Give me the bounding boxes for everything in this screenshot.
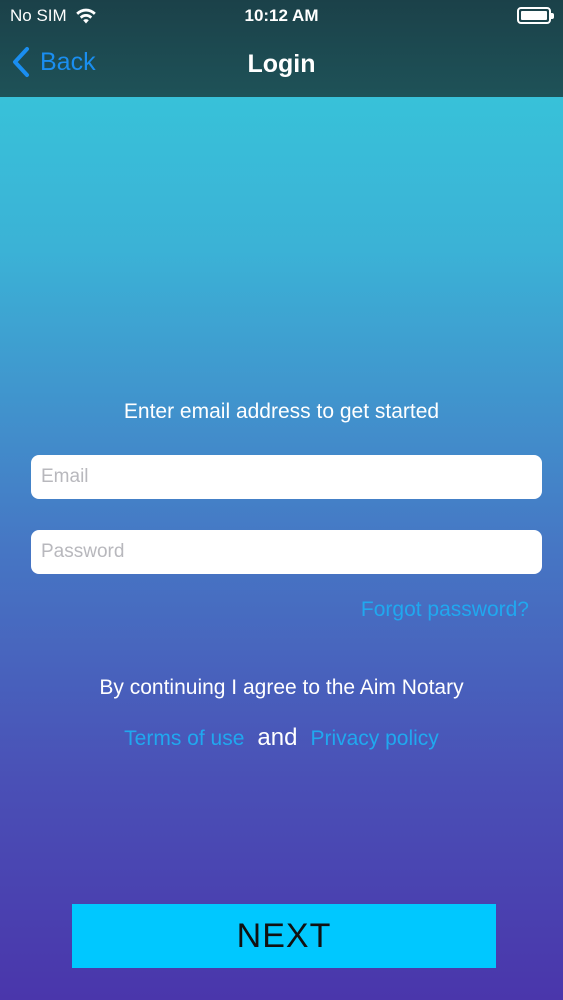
- privacy-policy-link[interactable]: Privacy policy: [310, 727, 438, 751]
- password-field[interactable]: [31, 530, 542, 574]
- status-bar: No SIM 10:12 AM: [0, 0, 563, 32]
- next-button[interactable]: NEXT: [72, 904, 496, 968]
- forgot-password-link[interactable]: Forgot password?: [361, 598, 529, 622]
- battery-icon: [517, 7, 554, 24]
- battery-nub: [551, 13, 554, 19]
- and-text: and: [257, 724, 298, 751]
- email-prompt: Enter email address to get started: [123, 400, 440, 423]
- legal-links: Terms of use and Privacy policy: [0, 724, 563, 752]
- email-field[interactable]: [31, 455, 542, 499]
- navigation-bar: Back Login: [0, 32, 563, 97]
- terms-of-use-link[interactable]: Terms of use: [124, 727, 244, 751]
- status-time: 10:12 AM: [244, 6, 319, 25]
- top-bar: No SIM 10:12 AM Back Login: [0, 0, 563, 97]
- agreement-text: By continuing I agree to the Aim Notary: [99, 676, 464, 699]
- battery-fill: [521, 11, 547, 20]
- page-title: Login: [247, 50, 316, 78]
